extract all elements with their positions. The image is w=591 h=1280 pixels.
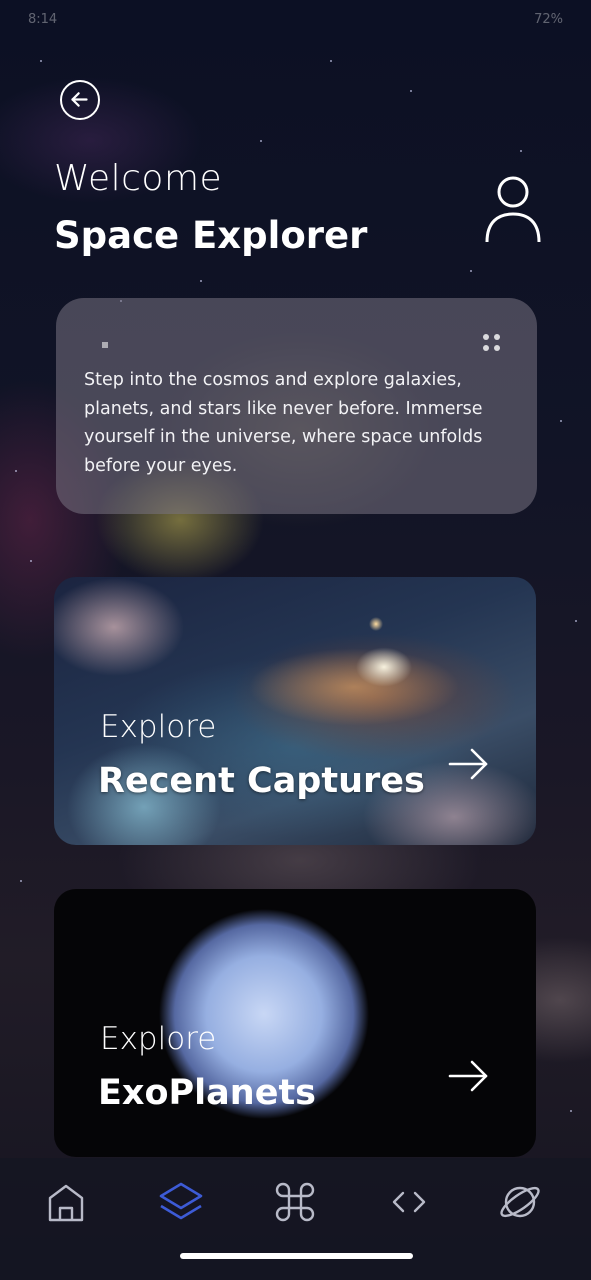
arrow-right-icon[interactable]	[448, 747, 490, 781]
profile-icon[interactable]	[484, 172, 542, 244]
arrow-left-icon	[71, 92, 88, 107]
status-time: 8:14	[28, 12, 58, 27]
grid-dots-icon[interactable]	[483, 334, 501, 352]
card-label: Explore	[100, 709, 217, 745]
recent-captures-card[interactable]: Explore Recent Captures	[54, 577, 536, 845]
layers-icon	[159, 1182, 203, 1220]
home-indicator[interactable]	[180, 1253, 413, 1259]
bottom-navigation	[0, 1158, 591, 1280]
back-button[interactable]	[60, 80, 100, 120]
card-title: ExoPlanets	[98, 1073, 317, 1113]
card-title: Recent Captures	[98, 761, 425, 801]
decor-dot	[102, 342, 108, 348]
command-icon	[275, 1182, 315, 1222]
nav-layers[interactable]	[159, 1180, 203, 1224]
intro-description: Step into the cosmos and explore galaxie…	[84, 370, 483, 476]
intro-card: Step into the cosmos and explore galaxie…	[56, 298, 537, 514]
status-battery: 72%	[534, 12, 563, 27]
nav-command[interactable]	[273, 1180, 317, 1224]
nav-home[interactable]	[44, 1180, 88, 1224]
card-label: Explore	[100, 1021, 217, 1057]
nav-planet[interactable]	[498, 1180, 542, 1224]
welcome-text: Welcome	[54, 158, 223, 199]
username-title: Space Explorer	[54, 214, 368, 257]
exoplanets-card[interactable]: Explore ExoPlanets	[54, 889, 536, 1157]
nav-code[interactable]	[387, 1180, 431, 1224]
status-bar: 8:14 72%	[28, 10, 563, 32]
planet-icon	[500, 1186, 540, 1218]
home-icon	[48, 1184, 84, 1222]
arrow-right-icon[interactable]	[448, 1059, 490, 1093]
code-icon	[392, 1191, 426, 1213]
